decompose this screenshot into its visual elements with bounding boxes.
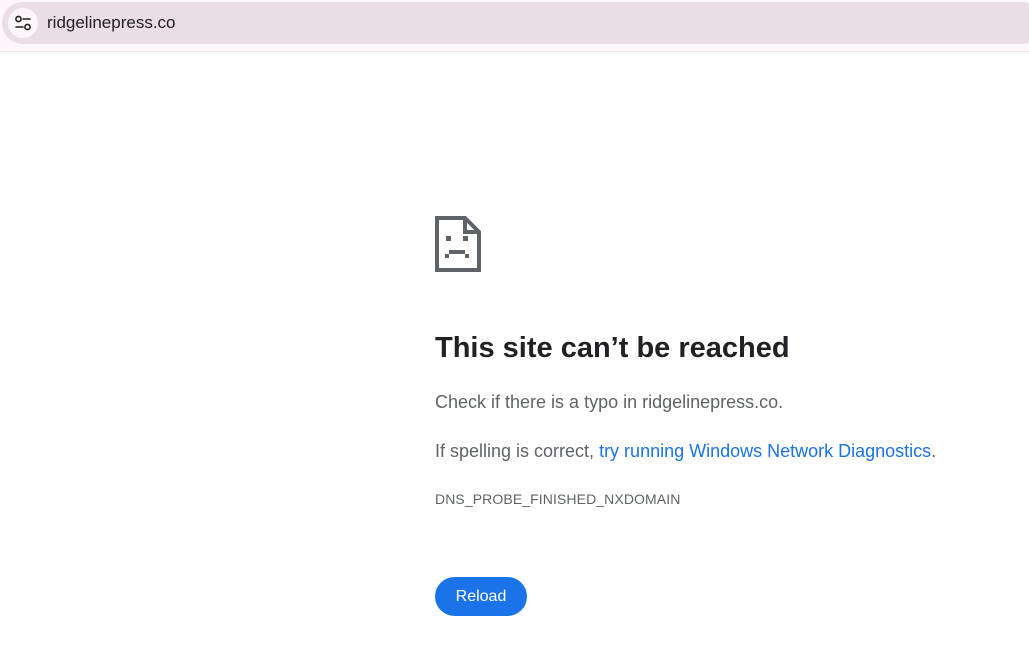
typo-hint: Check if there is a typo in ridgelinepre… — [435, 392, 784, 412]
url-text[interactable]: ridgelinepress.co — [47, 13, 176, 33]
browser-toolbar: ridgelinepress.co — [0, 0, 1029, 52]
address-bar[interactable]: ridgelinepress.co — [2, 2, 1029, 44]
diagnostics-link[interactable]: try running Windows Network Diagnostics — [599, 441, 931, 461]
error-code: DNS_PROBE_FINISHED_NXDOMAIN — [435, 491, 681, 507]
page-title: This site can’t be reached — [435, 332, 790, 364]
diagnostics-suffix: . — [931, 441, 937, 461]
diagnostics-hint: If spelling is correct, try running Wind… — [435, 440, 936, 462]
site-info-button[interactable] — [8, 8, 38, 38]
sad-page-icon — [435, 216, 481, 272]
diagnostics-prefix: If spelling is correct, — [435, 441, 600, 461]
reload-button[interactable]: Reload — [435, 577, 527, 616]
tune-icon — [15, 15, 31, 31]
